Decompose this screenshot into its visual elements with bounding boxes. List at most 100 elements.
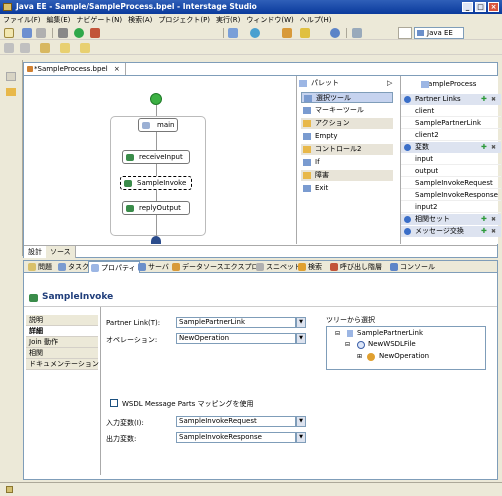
forward-icon[interactable] — [80, 43, 90, 53]
maximize-button[interactable]: □ — [475, 2, 486, 12]
perspective-java-ee[interactable]: Java EE — [414, 27, 464, 39]
delete-icon[interactable]: ✖ — [491, 226, 496, 237]
tree-node-operation[interactable]: NewOperation — [379, 352, 429, 360]
outline-item[interactable]: SamplePartnerLink — [401, 118, 501, 129]
chevron-down-icon[interactable]: ▼ — [296, 333, 306, 344]
main-sequence[interactable]: main — [138, 118, 178, 132]
search-icon[interactable] — [352, 28, 362, 38]
outline-item[interactable]: SampleInvokeRequest — [401, 178, 501, 189]
new-icon[interactable] — [4, 28, 14, 38]
tree-node-partner-link[interactable]: SamplePartnerLink — [357, 329, 423, 337]
design-canvas[interactable]: main receiveInput SampleInvoke replyOutp… — [24, 76, 296, 244]
view-tab-8[interactable]: コンソール — [388, 261, 438, 273]
add-icon[interactable]: ✚ — [481, 94, 487, 105]
pencil-icon[interactable] — [300, 28, 310, 38]
menu-search[interactable]: 検索(A) — [125, 14, 155, 26]
palette-drawer[interactable]: コントロール2 — [301, 144, 393, 155]
properties-tab-join[interactable]: Join 動作 — [26, 337, 98, 348]
receive-input-node[interactable]: receiveInput — [122, 150, 190, 164]
sample-invoke-node[interactable]: SampleInvoke — [120, 176, 192, 190]
view-tab-3[interactable]: サーバ — [136, 261, 172, 273]
external-tools-icon[interactable] — [90, 28, 100, 38]
save-icon[interactable] — [22, 28, 32, 38]
last-edit-icon[interactable] — [40, 43, 50, 53]
outline-section[interactable]: ✚ ✖ 相関セット — [401, 214, 501, 225]
menu-navigate[interactable]: ナビゲート(N) — [73, 14, 125, 26]
expand-icon[interactable]: ⊟ — [335, 330, 340, 337]
view-tab-4[interactable]: データソースエクスプロ — [170, 261, 261, 273]
palette-tool[interactable]: If — [301, 157, 393, 168]
editor-tab[interactable]: *SampleProcess.bpel × — [24, 63, 126, 75]
input-variable-field[interactable]: SampleInvokeRequest — [176, 416, 296, 427]
menu-file[interactable]: ファイル(F) — [0, 14, 44, 26]
add-icon[interactable]: ✚ — [481, 226, 487, 237]
close-icon[interactable]: × — [114, 65, 120, 73]
back-icon[interactable] — [60, 43, 70, 53]
outline-item[interactable]: client2 — [401, 130, 501, 141]
open-perspective-icon[interactable] — [398, 27, 412, 39]
outline-section[interactable]: ✚ ✖ 変数 — [401, 142, 501, 153]
restore-icon[interactable] — [6, 72, 16, 81]
view-tab-1[interactable]: タスク — [56, 261, 92, 273]
outline-item[interactable]: input2 — [401, 202, 501, 213]
view-tab-0[interactable]: 問題 — [26, 261, 55, 273]
palette-tool[interactable]: 選択ツール — [301, 92, 393, 103]
palette-tool[interactable]: Exit — [301, 183, 393, 194]
properties-tab-item[interactable]: 相関 — [26, 348, 98, 359]
expand-icon[interactable]: ⊟ — [345, 341, 350, 348]
gear-icon[interactable] — [58, 28, 68, 38]
partner-link-field[interactable]: SamplePartnerLink — [176, 317, 296, 328]
tab-source[interactable]: ソース — [46, 246, 76, 258]
delete-icon[interactable]: ✖ — [491, 94, 496, 105]
outline-item[interactable]: client — [401, 106, 501, 117]
palette-header[interactable]: パレット ▷ — [297, 78, 397, 89]
fast-view-icon[interactable] — [6, 486, 13, 493]
output-variable-field[interactable]: SampleInvokeResponse — [176, 432, 296, 443]
expand-icon[interactable]: ⊞ — [357, 353, 362, 360]
outline-item[interactable]: SampleInvokeResponse — [401, 190, 501, 201]
menu-window[interactable]: ウィンドウ(W) — [243, 14, 296, 26]
add-icon[interactable]: ✚ — [481, 142, 487, 153]
view-tab-6[interactable]: 検索 — [296, 261, 325, 273]
delete-icon[interactable]: ✖ — [491, 214, 496, 225]
outline-section[interactable]: ✚ ✖ メッセージ交換 — [401, 226, 501, 237]
outline-item[interactable]: input — [401, 154, 501, 165]
palette-tool[interactable]: Empty — [301, 131, 393, 142]
view-tab-7[interactable]: 呼び出し階層 — [328, 261, 385, 273]
palette-tool[interactable]: マーキーツール — [301, 105, 393, 116]
start-node-icon[interactable] — [150, 93, 162, 105]
folder-icon[interactable] — [282, 28, 292, 38]
menu-run[interactable]: 実行(R) — [213, 14, 243, 26]
wsdl-mapping-checkbox[interactable] — [110, 399, 118, 407]
menu-help[interactable]: ヘルプ(H) — [297, 14, 335, 26]
next-annotation-icon[interactable] — [20, 43, 30, 53]
menu-edit[interactable]: 編集(E) — [44, 14, 74, 26]
palette-drawer[interactable]: アクション — [301, 118, 393, 129]
print-icon[interactable] — [36, 28, 46, 38]
chevron-down-icon[interactable]: ▼ — [296, 432, 306, 443]
end-node-icon[interactable] — [151, 236, 161, 244]
tree-node-wsdl[interactable]: NewWSDLFile — [368, 340, 416, 348]
properties-tab-item[interactable]: ドキュメンテーション — [26, 359, 99, 370]
chevron-down-icon[interactable]: ▼ — [296, 317, 306, 328]
delete-icon[interactable]: ✖ — [491, 142, 496, 153]
view-tab-2[interactable]: プロパティ — [88, 261, 140, 273]
globe-icon[interactable] — [250, 28, 260, 38]
package-explorer-icon[interactable] — [6, 88, 16, 96]
server-icon[interactable] — [228, 28, 238, 38]
collapse-icon[interactable]: ▷ — [387, 78, 392, 89]
operation-field[interactable]: NewOperation — [176, 333, 296, 344]
properties-tab-item[interactable]: 詳細 — [26, 326, 98, 337]
outline-item[interactable]: output — [401, 166, 501, 177]
web-browser-icon[interactable] — [330, 28, 340, 38]
close-button[interactable]: × — [488, 2, 499, 12]
reply-output-node[interactable]: replyOutput — [122, 201, 190, 215]
selection-tree[interactable]: ⊟ SamplePartnerLink ⊟ NewWSDLFile ⊞ NewO… — [326, 326, 486, 370]
tab-design[interactable]: 設計 — [24, 246, 47, 258]
menu-project[interactable]: プロジェクト(P) — [155, 14, 213, 26]
run-icon[interactable] — [74, 28, 84, 38]
chevron-down-icon[interactable]: ▼ — [296, 416, 306, 427]
toggle-mark-icon[interactable] — [4, 43, 14, 53]
palette-drawer[interactable]: 障害 — [301, 170, 393, 181]
outline-section[interactable]: ✚ ✖ Partner Links — [401, 94, 501, 105]
